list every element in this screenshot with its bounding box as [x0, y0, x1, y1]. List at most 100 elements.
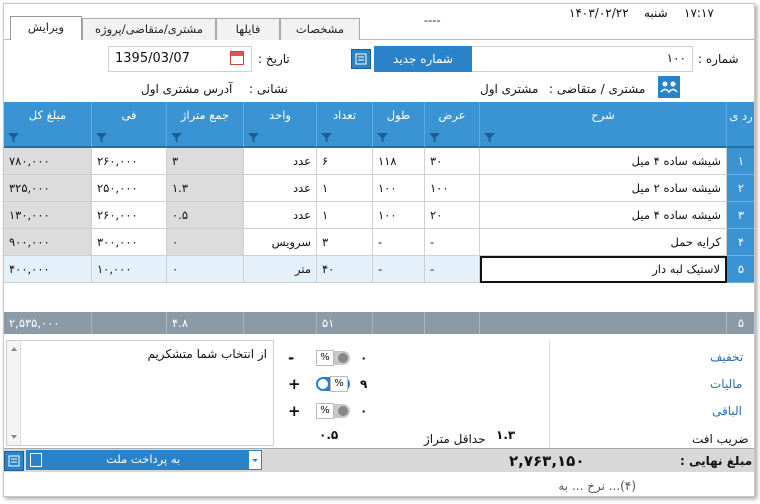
summary-bar: ۵ ۵۱ ۴.۸ ۲,۵۳۵,۰۰۰: [4, 312, 754, 334]
tax-value[interactable]: ۹: [360, 377, 367, 391]
cell-desc[interactable]: شیشه ساده ۴ میل: [480, 202, 727, 229]
discount-sign[interactable]: -: [288, 350, 294, 366]
tab-edit[interactable]: ویرایش: [10, 16, 82, 40]
min-area-value[interactable]: ۱.۳: [496, 428, 515, 442]
col-header-length[interactable]: طول: [373, 102, 425, 148]
cell-width[interactable]: -: [425, 256, 480, 283]
row-number: ۳: [727, 202, 754, 229]
col-header-row-num[interactable]: رد ی: [727, 102, 754, 148]
cell-desc[interactable]: شیشه ساده ۴ میل: [480, 148, 727, 175]
cell-qty[interactable]: ۴۰: [317, 256, 373, 283]
cell-length[interactable]: -: [373, 229, 425, 256]
date-label: تاریخ :: [258, 52, 290, 66]
summary-unit: [244, 312, 317, 334]
table-row-selected[interactable]: ۵ لاستیک لبه دار - - ۴۰ متر ۰ ۱۰,۰۰۰ ۴۰۰…: [4, 256, 754, 283]
cell-unit[interactable]: سرویس: [244, 229, 317, 256]
cell-unit[interactable]: عدد: [244, 175, 317, 202]
date-value: 1395/03/07: [115, 51, 190, 66]
date-display: ۱۴۰۳/۰۲/۲۲: [569, 6, 629, 20]
cell-price[interactable]: ۳۰۰,۰۰۰: [92, 229, 167, 256]
number-field[interactable]: ۱۰۰: [471, 46, 693, 72]
number-value: ۱۰۰: [666, 51, 686, 65]
col-header-qty[interactable]: تعداد: [317, 102, 373, 148]
filter-icon: [321, 133, 332, 143]
filter-icon: [484, 133, 495, 143]
notes-text: از انتخاب شما متشکریم: [147, 347, 267, 361]
cell-length[interactable]: ۱۱۸: [373, 148, 425, 175]
remainder-value[interactable]: ۰: [360, 404, 367, 418]
tab-customer-project[interactable]: مشتری/متقاضی/پروژه: [82, 18, 216, 40]
cell-desc-editing[interactable]: لاستیک لبه دار: [480, 256, 727, 283]
col-header-desc[interactable]: شرح: [480, 102, 727, 148]
cell-length[interactable]: ۱۰۰: [373, 202, 425, 229]
row-number: ۴: [727, 229, 754, 256]
cell-qty[interactable]: ۱: [317, 175, 373, 202]
settings-icon[interactable]: [4, 451, 24, 471]
col-header-price[interactable]: فی: [92, 102, 167, 148]
row-number: ۲: [727, 175, 754, 202]
cell-width[interactable]: ۲۰: [425, 202, 480, 229]
col-header-area[interactable]: جمع متراژ: [167, 102, 244, 148]
cell-length[interactable]: ۱۰۰: [373, 175, 425, 202]
notes-scrollbar[interactable]: [7, 341, 21, 445]
calculator-icon[interactable]: [351, 49, 371, 69]
percent-box: %: [330, 376, 348, 392]
tab-specs[interactable]: مشخصات: [280, 18, 360, 40]
summary-width: [425, 312, 480, 334]
cell-unit[interactable]: عدد: [244, 148, 317, 175]
final-amount-label: مبلغ نهایی :: [680, 454, 753, 468]
table-row[interactable]: ۱ شیشه ساده ۴ میل ۳۰ ۱۱۸ ۶ عدد ۳ ۲۶۰,۰۰۰…: [4, 148, 754, 175]
cell-total: ۳۲۵,۰۰۰: [4, 175, 92, 202]
cell-qty[interactable]: ۶: [317, 148, 373, 175]
customer-value: مشتری اول: [480, 82, 539, 96]
remainder-sign[interactable]: +: [288, 403, 301, 419]
table-row[interactable]: ۳ شیشه ساده ۴ میل ۲۰ ۱۰۰ ۱ عدد ۰.۵ ۲۶۰,۰…: [4, 202, 754, 229]
cell-qty[interactable]: ۳: [317, 229, 373, 256]
table-row[interactable]: ۴ کرایه حمل - - ۳ سرویس ۰ ۳۰۰,۰۰۰ ۹۰۰,۰۰…: [4, 229, 754, 256]
adjustments-panel: - % ۰ + % ۹ + % ۰: [276, 340, 548, 422]
cell-desc[interactable]: کرایه حمل: [480, 229, 727, 256]
cell-unit[interactable]: متر: [244, 256, 317, 283]
number-label: شماره :: [698, 52, 739, 66]
summary-price: [92, 312, 167, 334]
discount-label: تخفیف: [710, 350, 744, 364]
filter-icon: [377, 133, 388, 143]
col-header-unit[interactable]: واحد: [244, 102, 317, 148]
notes-box[interactable]: از انتخاب شما متشکریم: [6, 340, 274, 446]
cell-unit[interactable]: عدد: [244, 202, 317, 229]
cell-length[interactable]: -: [373, 256, 425, 283]
payment-select[interactable]: به پرداخت ملت: [26, 450, 262, 470]
col-header-total[interactable]: مبلغ کل: [4, 102, 92, 148]
cell-qty[interactable]: ۱: [317, 202, 373, 229]
new-number-button[interactable]: شماره جدید: [374, 46, 472, 72]
customer-label: مشتری / متقاضی :: [549, 82, 646, 96]
people-icon[interactable]: [658, 76, 680, 98]
clock: ۱۷:۱۷: [684, 6, 714, 20]
cell-price[interactable]: ۲۵۰,۰۰۰: [92, 175, 167, 202]
cell-area: ۰.۵: [167, 202, 244, 229]
cell-price[interactable]: ۲۶۰,۰۰۰: [92, 148, 167, 175]
cell-total: ۱۳۰,۰۰۰: [4, 202, 92, 229]
min-area-label: حداقل متراژ: [424, 432, 486, 446]
cell-desc[interactable]: شیشه ساده ۲ میل: [480, 175, 727, 202]
row-number-gutter: [727, 283, 754, 312]
discount-value[interactable]: ۰: [360, 351, 367, 365]
cell-width[interactable]: ۳۰: [425, 148, 480, 175]
summary-qty: ۵۱: [317, 312, 373, 334]
calendar-icon[interactable]: [230, 51, 244, 65]
table-row[interactable]: ۲ شیشه ساده ۲ میل ۱۰۰ ۱۰۰ ۱ عدد ۱.۳ ۲۵۰,…: [4, 175, 754, 202]
cell-area: ۱.۳: [167, 175, 244, 202]
cell-price[interactable]: ۲۶۰,۰۰۰: [92, 202, 167, 229]
tax-sign[interactable]: +: [288, 376, 301, 392]
summary-count: ۵: [727, 312, 754, 334]
cell-width[interactable]: -: [425, 229, 480, 256]
address-value: آدرس مشتری اول: [141, 82, 233, 96]
tab-files[interactable]: فایلها: [216, 18, 280, 40]
cell-total: ۴۰۰,۰۰۰: [4, 256, 92, 283]
cell-width[interactable]: ۱۰۰: [425, 175, 480, 202]
cell-price[interactable]: ۱۰,۰۰۰: [92, 256, 167, 283]
col-header-width[interactable]: عرض: [425, 102, 480, 148]
row-number: ۱: [727, 148, 754, 175]
waste-value[interactable]: ۰.۵: [319, 428, 338, 442]
chevron-down-icon[interactable]: [248, 450, 262, 470]
